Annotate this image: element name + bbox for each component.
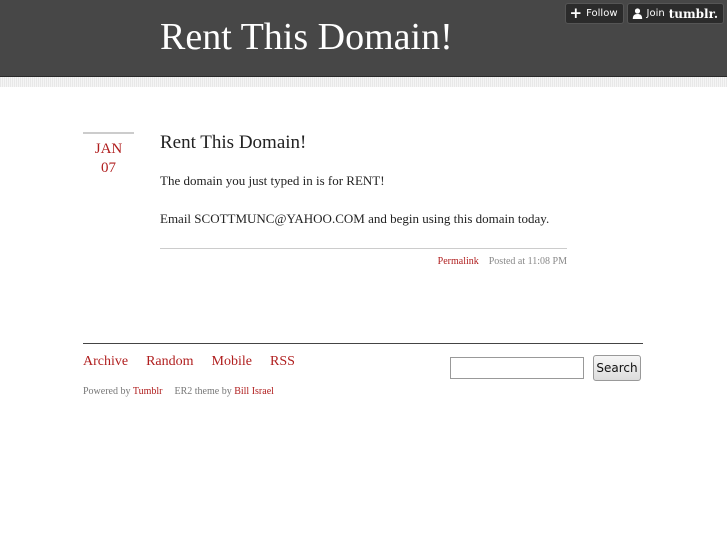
site-header: Rent This Domain! + Follow Join tumblr. [0, 0, 727, 77]
tumblr-logo-text: tumblr. [668, 6, 718, 21]
join-label: Join [646, 8, 665, 19]
footer-divider [83, 343, 643, 344]
post-date-day: 07 [101, 160, 116, 176]
follow-label: Follow [586, 8, 618, 19]
permalink-link[interactable]: Permalink [438, 256, 479, 267]
plus-icon: + [569, 4, 583, 22]
post-paragraph: Email SCOTTMUNC@YAHOO.COM and begin usin… [160, 211, 550, 226]
archive-link[interactable]: Archive [83, 353, 128, 371]
rss-link[interactable]: RSS [270, 353, 295, 371]
theme-label: ER2 theme by [174, 386, 232, 397]
post: Rent This Domain! The domain you just ty… [160, 130, 567, 269]
post-meta: Permalink Posted at 11:08 PM [160, 255, 567, 269]
theme-author-link[interactable]: Bill Israel [234, 386, 274, 397]
post-paragraph: The domain you just typed in is for RENT… [160, 173, 385, 188]
join-tumblr-button[interactable]: Join tumblr. [626, 3, 724, 24]
mobile-link[interactable]: Mobile [212, 353, 252, 371]
tumblr-controls: + Follow Join tumblr. [564, 3, 724, 24]
header-shadow [0, 77, 727, 87]
footer-credits: Powered by Tumblr ER2 theme by Bill Israe… [83, 385, 274, 399]
user-icon [632, 8, 642, 19]
random-link[interactable]: Random [146, 353, 193, 371]
post-divider [160, 248, 567, 249]
post-date-month: JAN [94, 141, 123, 157]
powered-by-label: Powered by [83, 386, 131, 397]
footer-nav: Archive Random Mobile RSS [83, 353, 295, 371]
posted-at: Posted at 11:08 PM [488, 256, 567, 267]
post-date: JAN 07 [83, 132, 134, 178]
tumblr-link[interactable]: Tumblr [133, 386, 163, 397]
follow-button[interactable]: + Follow [564, 3, 624, 24]
post-body: The domain you just typed in is for RENT… [160, 172, 567, 228]
post-title: Rent This Domain! [160, 132, 307, 153]
search-button[interactable]: Search [593, 355, 641, 381]
search-input[interactable] [450, 357, 584, 379]
site-title[interactable]: Rent This Domain! [160, 13, 453, 61]
